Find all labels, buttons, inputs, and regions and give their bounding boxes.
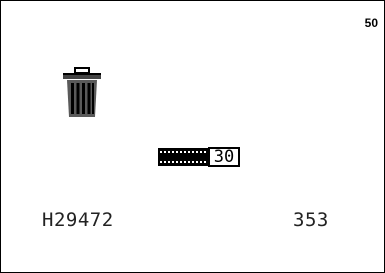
lcd-screen: 50 30 H29472 353 <box>0 0 385 273</box>
image-code: H29472 <box>42 209 114 231</box>
frame-counter: 30 <box>208 147 240 167</box>
page-number: 50 <box>364 16 378 30</box>
frame-counter-widget: 30 <box>158 144 240 170</box>
frame-value: 353 <box>293 209 329 231</box>
film-strip-icon <box>158 148 208 166</box>
trash-can-icon[interactable] <box>60 67 104 119</box>
